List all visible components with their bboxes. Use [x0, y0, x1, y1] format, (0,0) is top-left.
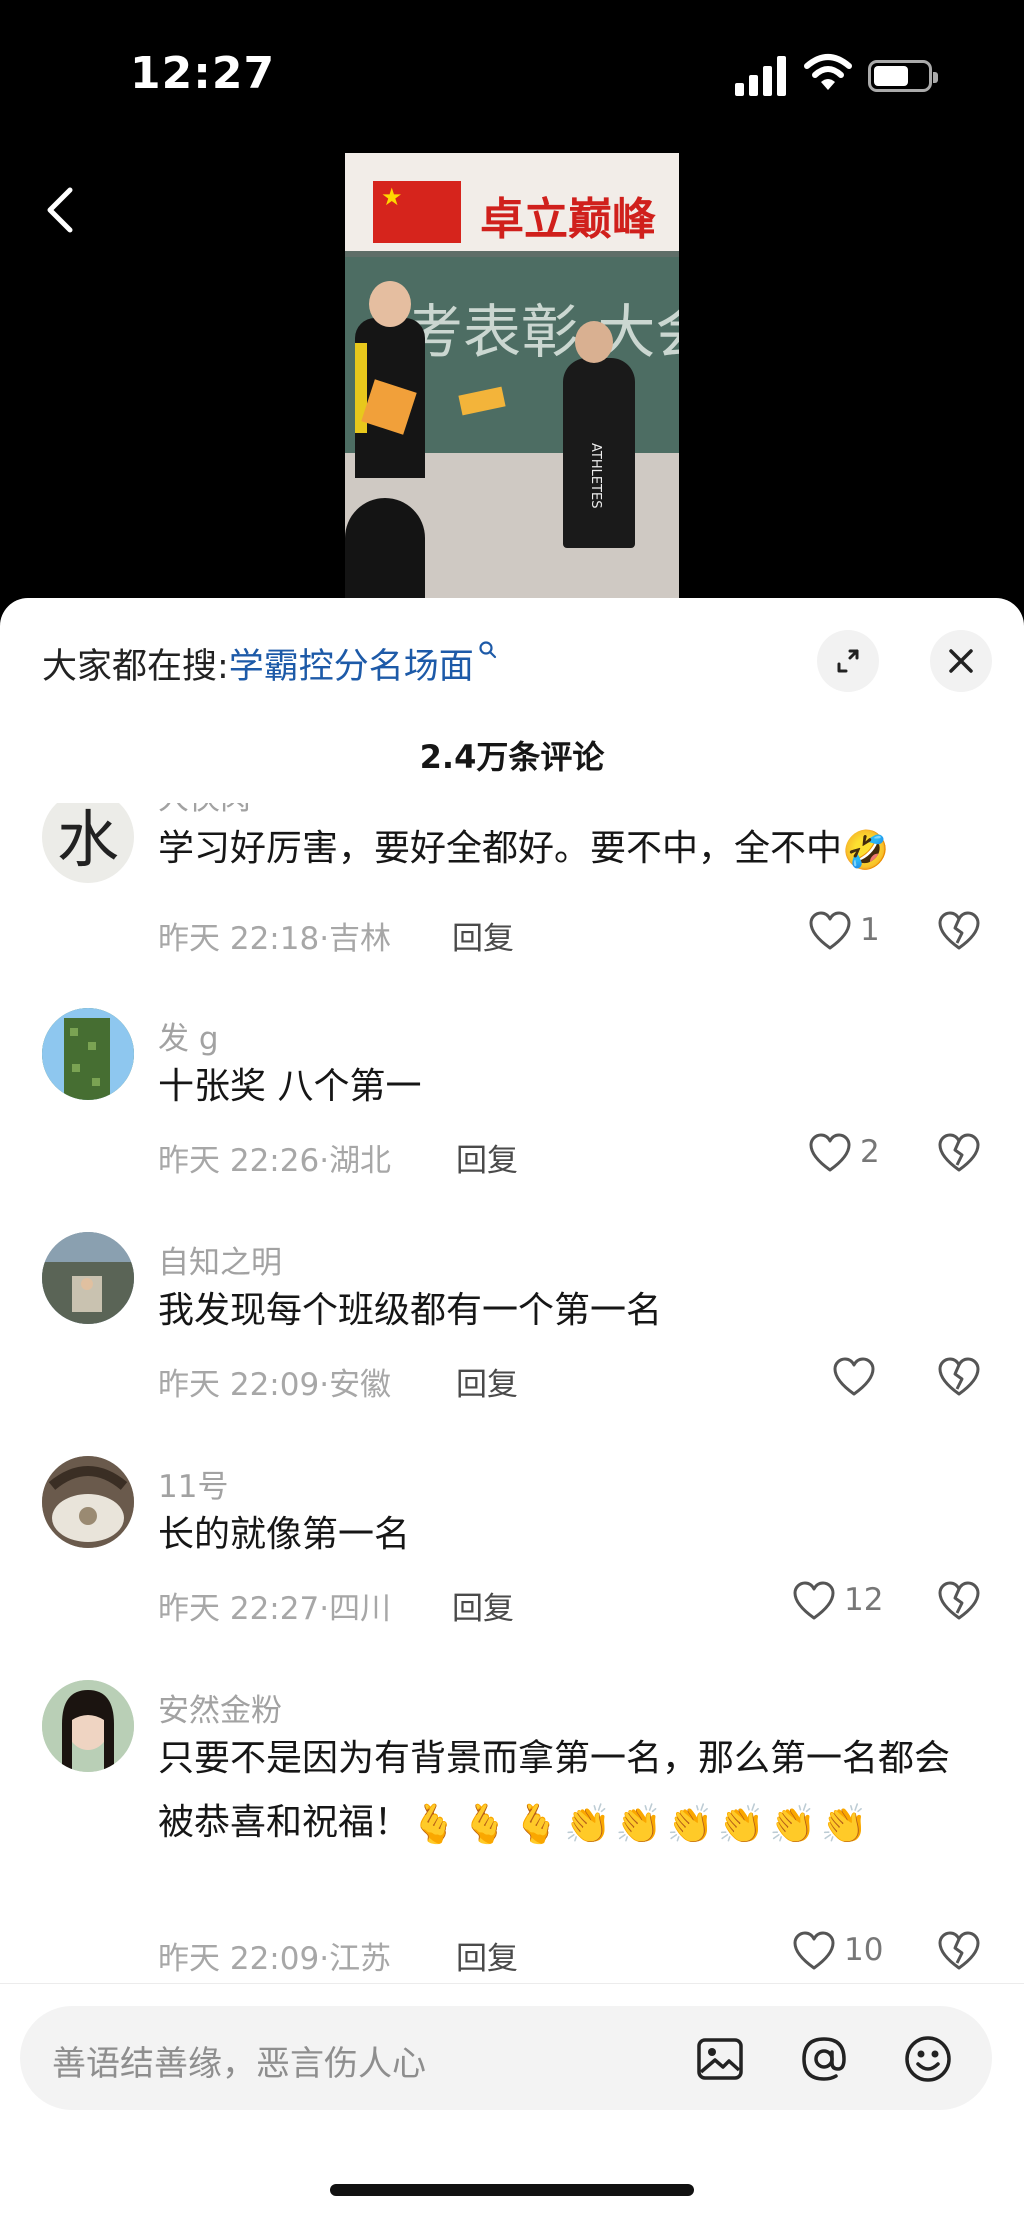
dislike-button[interactable]: [937, 910, 981, 954]
comment-location: 湖北: [329, 1143, 392, 1179]
emoji-sequence: 🫰🫰🫰👏👏👏👏👏👏: [410, 1802, 872, 1846]
trending-search[interactable]: 大家都在搜:学霸控分名场面: [42, 638, 498, 687]
cellular-signal-icon: [735, 56, 789, 96]
trending-search-prefix: 大家都在搜:: [42, 647, 229, 687]
reply-button[interactable]: 回复: [452, 1583, 514, 1628]
back-button[interactable]: [36, 180, 86, 240]
svg-text:水: 水: [57, 803, 119, 876]
comment-item: 11号 长的就像第一名 昨天 22:27·四川 回复 12: [0, 1439, 1024, 1659]
comment-item: 安然金粉 只要不是因为有背景而拿第一名，那么第一名都会被恭喜和祝福！🫰🫰🫰👏👏👏…: [0, 1663, 1024, 1995]
comment-location: 江苏: [329, 1941, 392, 1977]
screen: 12:27 ★ 卓立巅峰 考表彰 大会: [0, 0, 1024, 2219]
like-count: 1: [860, 912, 880, 948]
comment-item: 发 g 十张奖 八个第一 昨天 22:26·湖北 回复 2: [0, 991, 1024, 1211]
comment-meta: 昨天 22:27·四川: [158, 1591, 392, 1627]
comment-meta: 昨天 22:18·吉林: [158, 921, 392, 957]
comment-text: 十张奖 八个第一: [158, 1066, 422, 1107]
flag-image: ★: [373, 181, 461, 243]
expand-button[interactable]: [817, 630, 879, 692]
video-banner: ★ 卓立巅峰: [345, 153, 679, 251]
comment-username[interactable]: 自知之明: [158, 1237, 282, 1282]
student-head: [369, 281, 411, 327]
status-bar: 12:27: [0, 0, 1024, 150]
comment-meta: 昨天 22:26·湖北: [158, 1143, 392, 1179]
teacher-head: [575, 321, 613, 363]
comment-date: 昨天 22:18: [158, 921, 320, 957]
reply-button[interactable]: 回复: [452, 913, 514, 958]
expand-icon: [837, 649, 859, 673]
reply-button[interactable]: 回复: [456, 1359, 518, 1404]
comment-text: 学习好厉害，要好全都好。要不中，全不中🤣: [158, 817, 978, 882]
home-indicator[interactable]: [330, 2184, 694, 2196]
comment-item: 自知之明 我发现每个班级都有一个第一名 昨天 22:09·安徽 回复: [0, 1215, 1024, 1435]
at-icon[interactable]: [799, 2034, 849, 2084]
comment-item: 水 大侠肉 学习好厉害，要好全都好。要不中，全不中🤣 昨天 22:18·吉林 回…: [0, 803, 1024, 983]
blackboard-text: 考表彰 大会: [405, 298, 679, 366]
dislike-button[interactable]: [937, 1580, 981, 1624]
close-icon: [949, 649, 973, 673]
heart-outline-icon: [793, 1931, 835, 1970]
battery-icon: [868, 60, 938, 92]
comment-meta: 昨天 22:09·安徽: [158, 1367, 392, 1403]
trending-search-term[interactable]: 学霸控分名场面: [229, 647, 474, 687]
video-slogan: 卓立巅峰: [480, 194, 656, 245]
comment-list[interactable]: 水 大侠肉 学习好厉害，要好全都好。要不中，全不中🤣 昨天 22:18·吉林 回…: [0, 803, 1024, 1995]
comment-username[interactable]: 11号: [158, 1461, 228, 1506]
comment-body: 学习好厉害，要好全都好。要不中，全不中: [158, 828, 843, 869]
like-count: 10: [844, 1932, 884, 1968]
shirt-text: ATHLETES: [588, 443, 603, 509]
search-icon: [479, 641, 496, 659]
image-icon[interactable]: [695, 2034, 745, 2084]
avatar[interactable]: [42, 1680, 134, 1772]
heart-outline-icon: [793, 1581, 835, 1620]
comment-date: 昨天 22:27: [158, 1591, 320, 1627]
heart-outline-icon: [809, 1133, 851, 1172]
comment-input-bar: 善语结善缘，恶言伤人心: [0, 1983, 1024, 2219]
comment-date: 昨天 22:09: [158, 1367, 320, 1403]
comment-location: 安徽: [329, 1367, 392, 1403]
heart-outline-icon: [809, 911, 851, 950]
like-count: 12: [844, 1582, 884, 1618]
laughing-emoji: 🤣: [842, 828, 890, 872]
reply-button[interactable]: 回复: [456, 1933, 518, 1978]
comment-input[interactable]: 善语结善缘，恶言伤人心: [20, 2006, 992, 2110]
comment-text: 长的就像第一名: [158, 1514, 411, 1555]
dislike-button[interactable]: [937, 1132, 981, 1176]
avatar[interactable]: [42, 1008, 134, 1100]
comment-meta: 昨天 22:09·江苏: [158, 1941, 392, 1977]
close-button[interactable]: [930, 630, 992, 692]
foreground-student: [345, 498, 425, 600]
avatar[interactable]: 水: [42, 803, 134, 883]
comment-location: 吉林: [329, 921, 392, 957]
status-time: 12:27: [130, 48, 276, 99]
wifi-icon: [804, 54, 852, 90]
comment-date: 昨天 22:26: [158, 1143, 320, 1179]
reply-button[interactable]: 回复: [456, 1135, 518, 1180]
comment-input-placeholder[interactable]: 善语结善缘，恶言伤人心: [52, 2036, 426, 2085]
comment-username[interactable]: 发 g: [158, 1013, 219, 1058]
comment-username[interactable]: 大侠肉: [158, 803, 251, 818]
comment-username[interactable]: 安然金粉: [158, 1685, 282, 1730]
comment-text: 我发现每个班级都有一个第一名: [158, 1290, 663, 1331]
like-count: 2: [860, 1134, 880, 1170]
emoji-icon[interactable]: [903, 2034, 953, 2084]
comment-location: 四川: [329, 1591, 392, 1627]
video-player[interactable]: ★ 卓立巅峰 考表彰 大会 ATHLETES: [345, 153, 679, 600]
dislike-button[interactable]: [937, 1356, 981, 1400]
dislike-button[interactable]: [937, 1930, 981, 1974]
heart-outline-icon: [833, 1357, 875, 1396]
comment-date: 昨天 22:09: [158, 1941, 320, 1977]
avatar[interactable]: [42, 1456, 134, 1548]
comment-sheet: 大家都在搜:学霸控分名场面 2.4万条评论 水 大侠肉: [0, 598, 1024, 2219]
avatar[interactable]: [42, 1232, 134, 1324]
comment-text: 只要不是因为有背景而拿第一名，那么第一名都会被恭喜和祝福！🫰🫰🫰👏👏👏👏👏👏: [158, 1727, 978, 1856]
comment-count: 2.4万条评论: [419, 738, 605, 776]
